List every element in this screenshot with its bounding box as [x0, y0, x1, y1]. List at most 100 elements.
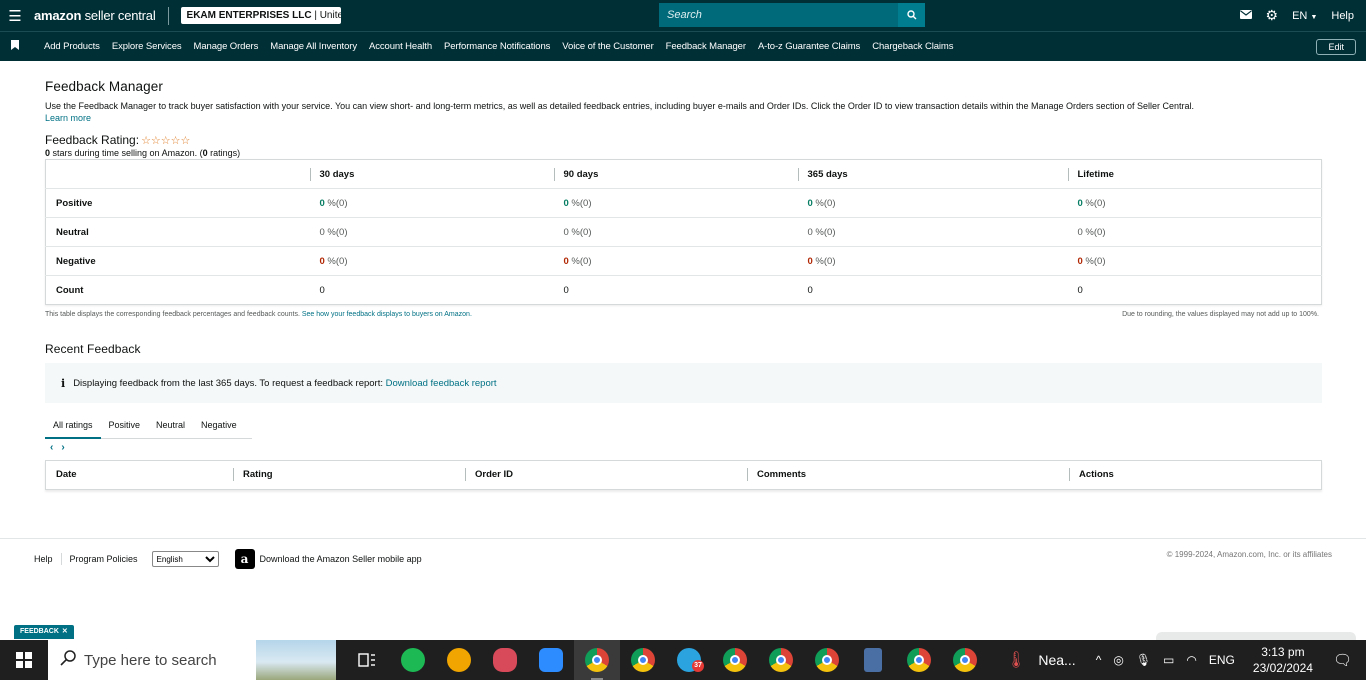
chevron-right-icon[interactable]: ›: [61, 442, 72, 453]
caret-down-icon: ▼: [1310, 13, 1318, 21]
table-cell: 0 %(0): [797, 188, 1068, 218]
start-button[interactable]: [0, 640, 48, 680]
input-language[interactable]: ENG: [1209, 653, 1235, 667]
nav-add-products[interactable]: Add Products: [44, 41, 100, 52]
chrome-profile-m-icon[interactable]: [574, 640, 620, 680]
description-text: Use the Feedback Manager to track buyer …: [45, 101, 1195, 111]
cell-suffix: %(0): [324, 226, 348, 238]
task-view-icon[interactable]: [344, 640, 390, 680]
spotify-icon[interactable]: [390, 640, 436, 680]
snipping-tool-icon[interactable]: [482, 640, 528, 680]
language-selector[interactable]: EN ▼: [1292, 10, 1317, 22]
feedback-tab-button[interactable]: FEEDBACK ✕: [14, 625, 74, 639]
footnote-left: This table displays the corresponding fe…: [45, 311, 472, 318]
download-app-link[interactable]: Download the Amazon Seller mobile app: [260, 554, 422, 564]
amazon-seller-central-logo[interactable]: amazon seller central: [34, 8, 156, 23]
nav-explore-services[interactable]: Explore Services: [112, 41, 182, 52]
col-comments[interactable]: Comments: [747, 460, 1069, 490]
telegram-badge: 37: [692, 660, 704, 672]
rating-summary-text: stars during time selling on Amazon. (: [50, 148, 203, 158]
calculator-icon[interactable]: [850, 640, 896, 680]
cell-suffix: %(0): [568, 226, 592, 238]
telegram-icon[interactable]: 37: [666, 640, 712, 680]
mail-icon[interactable]: [1239, 9, 1252, 22]
table-cell: 0 %(0): [553, 188, 798, 218]
system-tray: 🌡 Nea... ^ ◎ 🎙 ▭ ◠ ENG 3:13 pm 23/02/202…: [1006, 640, 1366, 680]
taskbar-search[interactable]: Type here to search: [48, 640, 336, 680]
footer-links: Help Program Policies English a Download…: [34, 549, 422, 569]
weather-icon[interactable]: 🌡: [1006, 650, 1026, 670]
col-30-days: 30 days: [309, 160, 554, 189]
windows-logo-icon: [16, 652, 32, 668]
col-order-id[interactable]: Order ID: [465, 460, 747, 490]
footer-language-select[interactable]: English: [151, 551, 219, 567]
table-cell: 0: [309, 275, 554, 305]
chrome-profile-r-icon[interactable]: [942, 640, 988, 680]
help-link[interactable]: Help: [1331, 10, 1354, 22]
table-row: Positive 0 %(0) 0 %(0) 0 %(0) 0 %(0): [45, 188, 1322, 218]
feedback-display-link[interactable]: See how your feedback displays to buyers…: [302, 311, 472, 318]
microphone-icon[interactable]: 🎙: [1136, 653, 1151, 667]
chevron-up-icon[interactable]: ^: [1096, 653, 1102, 667]
nav-manage-orders[interactable]: Manage Orders: [194, 41, 259, 52]
search-input[interactable]: [659, 3, 898, 27]
top-header: ☰ amazon seller central EKAM ENTERPRISES…: [0, 0, 1366, 31]
row-label-negative: Negative: [45, 246, 310, 276]
meet-now-icon[interactable]: ◎: [1113, 653, 1123, 667]
cell-value: 0: [319, 284, 325, 296]
col-date[interactable]: Date: [46, 460, 233, 490]
learn-more-link[interactable]: Learn more: [45, 113, 91, 123]
program-policies-link[interactable]: Program Policies: [70, 554, 138, 564]
chrome-profile-icon[interactable]: [620, 640, 666, 680]
bookmark-icon[interactable]: [0, 40, 30, 53]
tab-negative[interactable]: Negative: [193, 417, 245, 439]
emoji-app-icon[interactable]: [436, 640, 482, 680]
clock[interactable]: 3:13 pm 23/02/2024: [1253, 644, 1313, 676]
chevron-left-icon[interactable]: ‹: [50, 442, 61, 453]
zoom-icon[interactable]: [528, 640, 574, 680]
amazon-app-icon[interactable]: a: [234, 549, 255, 569]
table-header-row: 30 days 90 days 365 days Lifetime: [46, 160, 1322, 189]
nav-performance-notifications[interactable]: Performance Notifications: [444, 41, 550, 52]
table-cell: 0 %(0): [1067, 188, 1322, 218]
battery-icon[interactable]: ▭: [1163, 653, 1174, 667]
rating-summary-end: ratings): [207, 148, 241, 158]
info-alert: i Displaying feedback from the last 365 …: [45, 363, 1322, 403]
chrome-profile-3-icon[interactable]: [804, 640, 850, 680]
page-footer: Help Program Policies English a Download…: [0, 538, 1366, 578]
wifi-icon[interactable]: ◠: [1186, 653, 1196, 667]
cell-suffix: %(0): [568, 197, 592, 209]
col-actions[interactable]: Actions: [1069, 460, 1114, 490]
chrome-profile-l-icon[interactable]: [758, 640, 804, 680]
nav-chargeback-claims[interactable]: Chargeback Claims: [872, 41, 953, 52]
table-cell: 0 %(0): [309, 246, 554, 276]
cell-suffix: %(0): [1082, 226, 1106, 238]
nav-voice-of-the-customer[interactable]: Voice of the Customer: [562, 41, 653, 52]
language-label: EN: [1292, 9, 1308, 22]
header-actions: ⚙ EN ▼ Help: [1239, 0, 1366, 31]
chrome-profile-s-icon[interactable]: [896, 640, 942, 680]
gear-icon[interactable]: ⚙: [1266, 7, 1279, 24]
tab-neutral[interactable]: Neutral: [148, 417, 193, 439]
row-label-count: Count: [45, 275, 310, 305]
col-rating[interactable]: Rating: [233, 460, 465, 490]
footer-help-link[interactable]: Help: [34, 554, 53, 564]
search-button[interactable]: [898, 3, 925, 27]
download-feedback-report-link[interactable]: Download feedback report: [386, 378, 497, 389]
tab-positive[interactable]: Positive: [101, 417, 149, 439]
store-selector[interactable]: EKAM ENTERPRISES LLC | Unite...: [180, 7, 341, 24]
chrome-profile-m2-icon[interactable]: [712, 640, 758, 680]
notification-icon[interactable]: 🗨: [1333, 651, 1352, 669]
edit-nav-button[interactable]: Edit: [1316, 39, 1356, 55]
close-icon[interactable]: ✕: [62, 628, 68, 635]
footnote-text: This table displays the corresponding fe…: [45, 311, 302, 318]
nav-a-to-z-guarantee-claims[interactable]: A-to-z Guarantee Claims: [758, 41, 860, 52]
hamburger-menu-icon[interactable]: ☰: [0, 0, 30, 31]
navigation-bar: Add Products Explore Services Manage Ord…: [0, 31, 1366, 61]
nav-manage-all-inventory[interactable]: Manage All Inventory: [270, 41, 357, 52]
taskbar-apps: 37: [344, 640, 988, 680]
tab-all-ratings[interactable]: All ratings: [45, 417, 101, 439]
nav-feedback-manager[interactable]: Feedback Manager: [666, 41, 746, 52]
weather-text[interactable]: Nea...: [1038, 652, 1075, 668]
nav-account-health[interactable]: Account Health: [369, 41, 432, 52]
